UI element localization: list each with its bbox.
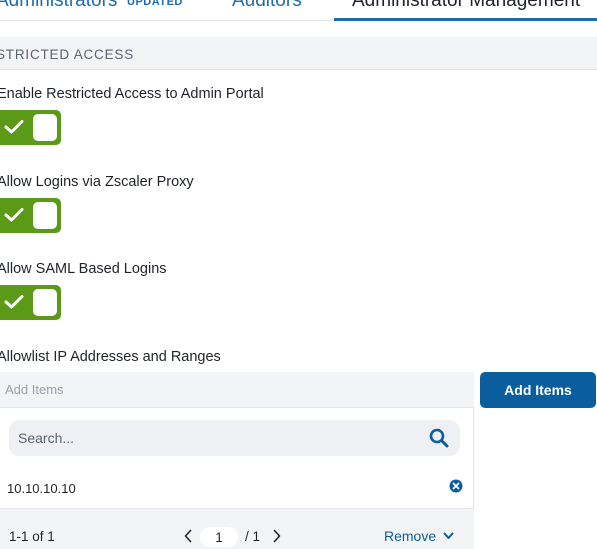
page-total: / 1 <box>245 529 261 544</box>
allowlist-label: Allowlist IP Addresses and Ranges <box>0 349 221 365</box>
tab-administrator-management[interactable]: Administrator Management <box>352 0 580 12</box>
add-items-input[interactable] <box>0 372 474 408</box>
restricted-access-toggle[interactable] <box>0 110 61 145</box>
saml-logins-label: Allow SAML Based Logins <box>0 261 167 277</box>
section-title: STRICTED ACCESS <box>0 47 135 62</box>
toggle-knob <box>33 114 57 141</box>
search-input[interactable] <box>9 420 419 456</box>
ip-address: 10.10.10.10 <box>7 481 76 496</box>
pagination-bar: 1-1 of 1 / 1 Remove <box>0 508 474 549</box>
zscaler-proxy-label: Allow Logins via Zscaler Proxy <box>0 174 194 190</box>
search-box <box>9 420 460 456</box>
active-tab-indicator <box>334 18 597 21</box>
zscaler-proxy-toggle[interactable] <box>0 198 61 233</box>
check-icon <box>4 120 24 134</box>
remove-dropdown-label: Remove <box>384 528 437 544</box>
section-header: STRICTED ACCESS <box>0 37 597 70</box>
tab-bar: Administrators UPDATED Auditors Administ… <box>0 0 597 21</box>
add-items-button[interactable]: Add Items <box>480 372 596 408</box>
toggle-knob <box>33 289 57 316</box>
saml-logins-toggle[interactable] <box>0 285 61 320</box>
pagination-count: 1-1 of 1 <box>9 529 55 544</box>
remove-dropdown[interactable]: Remove <box>384 528 454 544</box>
restricted-access-label: Enable Restricted Access to Admin Portal <box>0 86 264 102</box>
tab-administrators[interactable]: Administrators <box>0 0 117 12</box>
allowlist-panel: 10.10.10.10 1-1 of 1 / 1 Remove <box>0 408 474 549</box>
chevron-right-icon[interactable] <box>272 529 282 543</box>
search-icon[interactable] <box>429 428 449 448</box>
toggle-knob <box>33 202 57 229</box>
chevron-down-icon <box>443 532 454 539</box>
check-icon <box>4 208 24 222</box>
check-icon <box>4 295 24 309</box>
tab-auditors[interactable]: Auditors <box>232 0 302 12</box>
page-number-input[interactable] <box>200 527 238 547</box>
list-item: 10.10.10.10 <box>0 468 474 508</box>
updated-badge: UPDATED <box>127 0 183 8</box>
chevron-left-icon[interactable] <box>183 529 193 543</box>
close-circle-icon[interactable] <box>449 479 463 493</box>
